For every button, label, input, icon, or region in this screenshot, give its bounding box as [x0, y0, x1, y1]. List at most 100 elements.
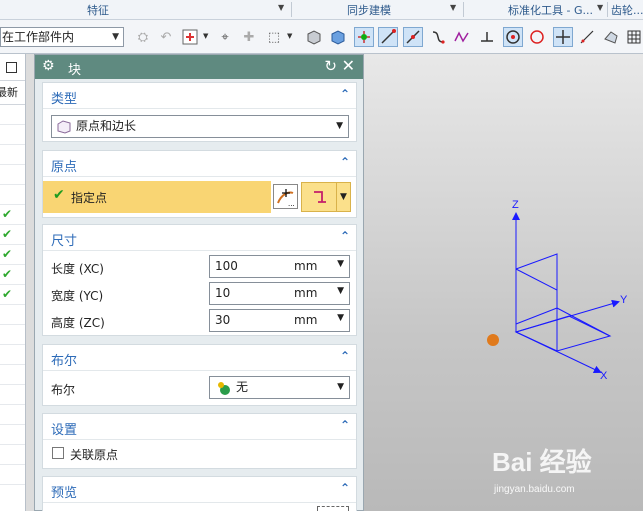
- dialog-title-bar: ⚙ 块 ↻ ✕: [35, 55, 363, 79]
- boolean-value: 无: [236, 380, 249, 394]
- ribbon-group-synchronous-modeling[interactable]: 同步建模: [347, 2, 391, 18]
- box-select-icon[interactable]: ⬚: [264, 27, 284, 47]
- settings-section-label: 设置: [51, 423, 78, 438]
- length-input[interactable]: 100 mm ▼: [209, 255, 350, 278]
- reset-icon[interactable]: ↻: [324, 57, 337, 75]
- height-value: 30: [215, 313, 231, 327]
- collapse-icon[interactable]: ⌃: [340, 229, 350, 243]
- boolean-dropdown[interactable]: 无 ▼: [209, 376, 350, 399]
- navigator-row[interactable]: [0, 465, 25, 485]
- point-dialog-button[interactable]: ...: [273, 184, 298, 209]
- origin-point: [487, 334, 499, 346]
- settings-section-header[interactable]: 设置 ⌃: [43, 414, 356, 440]
- line-icon[interactable]: [577, 27, 597, 47]
- chevron-down-icon[interactable]: ▼: [337, 286, 344, 296]
- chevron-down-icon[interactable]: ▼: [337, 259, 344, 269]
- ribbon-group-gear[interactable]: 齿轮...: [611, 2, 643, 18]
- width-unit: mm: [294, 286, 318, 300]
- navigator-row[interactable]: [0, 325, 25, 345]
- navigator-row[interactable]: [0, 125, 25, 145]
- snap-icon[interactable]: ↶: [156, 27, 176, 47]
- selection-toolbar: 在工作部件内 ▼ ⛭ ↶ ▼ ⌖ ✚ ⬚ ▼: [0, 20, 643, 54]
- grid-icon[interactable]: [624, 27, 643, 47]
- chevron-down-icon[interactable]: ▼: [203, 32, 208, 40]
- ribbon-group-features[interactable]: 特征: [87, 2, 109, 18]
- cube-icon[interactable]: [328, 27, 348, 47]
- navigator-row[interactable]: [0, 145, 25, 165]
- navigator-row[interactable]: [0, 105, 25, 125]
- chevron-down-icon[interactable]: ▼: [278, 3, 284, 12]
- dialog-title: 块: [68, 63, 82, 78]
- ribbon-group-standard-tools[interactable]: 标准化工具 - G...: [508, 2, 593, 18]
- endpoint-icon[interactable]: [378, 27, 398, 47]
- point-on-curve-icon[interactable]: [553, 27, 573, 47]
- graphics-viewport[interactable]: Z Y X Bai 经验 jingyan.baidu.com: [364, 54, 643, 511]
- close-icon[interactable]: ✕: [342, 56, 355, 75]
- chevron-down-icon[interactable]: ▼: [287, 32, 292, 40]
- x-axis-label: X: [600, 370, 608, 382]
- collapse-icon[interactable]: ⌃: [340, 155, 350, 169]
- navigator-row[interactable]: [0, 445, 25, 465]
- length-label: 长度 (XC): [51, 262, 104, 276]
- collapse-icon[interactable]: ⌃: [340, 349, 350, 363]
- spline-icon[interactable]: [452, 27, 472, 47]
- part-navigator: 最新 ✔ ✔ ✔ ✔ ✔: [0, 54, 26, 511]
- navigator-row[interactable]: ✔: [0, 225, 25, 245]
- navigator-row[interactable]: ✔: [0, 205, 25, 225]
- associative-origin-checkbox[interactable]: [52, 447, 64, 459]
- midpoint-icon[interactable]: [403, 27, 423, 47]
- collapse-icon[interactable]: ⌃: [340, 481, 350, 495]
- shade-icon[interactable]: [304, 27, 324, 47]
- check-icon: ✔: [2, 287, 13, 301]
- gear-icon[interactable]: ⚙: [42, 58, 55, 74]
- specify-point-row[interactable]: ✔ 指定点: [43, 181, 271, 213]
- width-value: 10: [215, 286, 231, 300]
- quadrant-icon[interactable]: [477, 27, 497, 47]
- navigator-row[interactable]: [0, 305, 25, 325]
- selection-scope-dropdown[interactable]: 在工作部件内 ▼: [0, 27, 124, 47]
- wcs-plane-xy: [514, 315, 612, 352]
- select-filter-icon[interactable]: ⛭: [133, 27, 153, 47]
- boolean-section-header[interactable]: 布尔 ⌃: [43, 345, 356, 371]
- view-icon[interactable]: ✚: [239, 27, 259, 47]
- chevron-down-icon: ▼: [336, 183, 350, 211]
- point-snap-icon[interactable]: [180, 27, 200, 47]
- point-type-dropdown[interactable]: ▼: [301, 182, 351, 212]
- selection-icon[interactable]: ⌖: [215, 27, 235, 47]
- navigator-row[interactable]: [0, 405, 25, 425]
- maximize-icon[interactable]: [6, 62, 17, 73]
- navigator-row[interactable]: [0, 185, 25, 205]
- block-dialog: ⚙ 块 ↻ ✕ 类型 ⌃ 原点和边长 ▼ 原点 ⌃ ✔ 指定点 ... ▼ 尺寸…: [34, 54, 364, 511]
- navigator-row[interactable]: ✔: [0, 265, 25, 285]
- curve-icon[interactable]: [428, 27, 448, 47]
- navigator-row[interactable]: ✔: [0, 245, 25, 265]
- navigator-row[interactable]: ✔: [0, 285, 25, 305]
- preview-button[interactable]: [317, 506, 349, 511]
- navigator-row[interactable]: [0, 385, 25, 405]
- svg-text:...: ...: [288, 199, 295, 208]
- check-icon: ✔: [2, 267, 13, 281]
- navigator-row[interactable]: [0, 345, 25, 365]
- chevron-down-icon: ▼: [336, 121, 343, 131]
- navigator-row[interactable]: [0, 365, 25, 385]
- intersection-icon[interactable]: [527, 27, 547, 47]
- type-dropdown[interactable]: 原点和边长 ▼: [51, 115, 349, 138]
- collapse-icon[interactable]: ⌃: [340, 87, 350, 101]
- arc-center-icon[interactable]: [503, 27, 523, 47]
- navigator-row[interactable]: [0, 425, 25, 445]
- navigator-row[interactable]: [0, 165, 25, 185]
- preview-section-header[interactable]: 预览 ⌃: [43, 477, 356, 503]
- chevron-down-icon[interactable]: ▼: [450, 3, 456, 12]
- chevron-down-icon[interactable]: ▼: [337, 313, 344, 323]
- check-icon: ✔: [2, 227, 13, 241]
- existing-point-icon[interactable]: [354, 27, 374, 47]
- origin-section-header[interactable]: 原点 ⌃: [43, 151, 356, 177]
- width-input[interactable]: 10 mm ▼: [209, 282, 350, 305]
- face-icon[interactable]: [601, 27, 621, 47]
- height-input[interactable]: 30 mm ▼: [209, 309, 350, 332]
- height-unit: mm: [294, 313, 318, 327]
- collapse-icon[interactable]: ⌃: [340, 418, 350, 432]
- dimensions-section-header[interactable]: 尺寸 ⌃: [43, 225, 356, 251]
- chevron-down-icon[interactable]: ▼: [597, 3, 603, 12]
- type-section-header[interactable]: 类型 ⌃: [43, 83, 356, 109]
